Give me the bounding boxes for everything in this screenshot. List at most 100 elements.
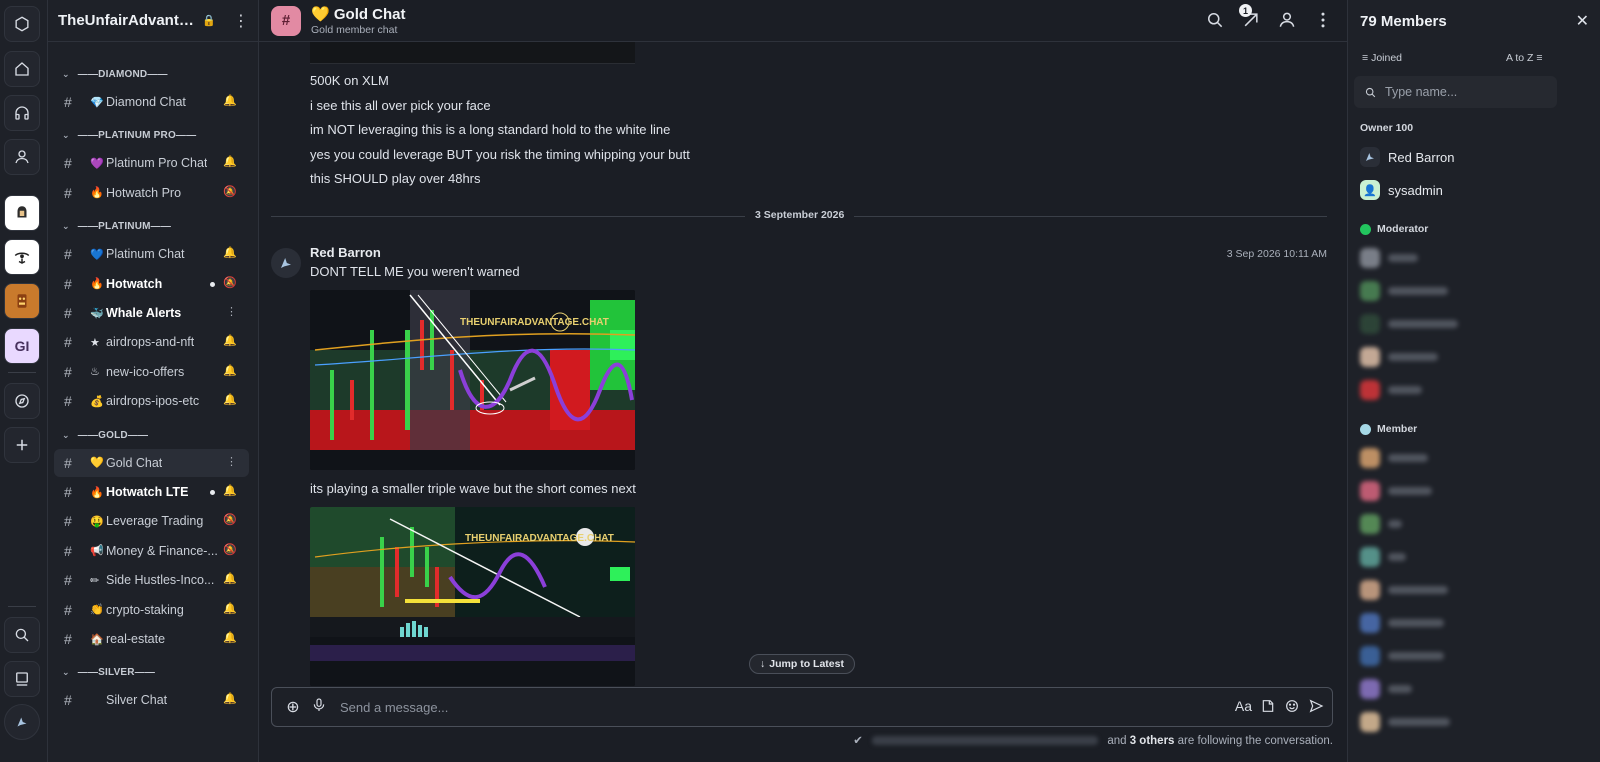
member-redacted[interactable] — [1360, 679, 1412, 699]
room-more-icon[interactable]: ⋮ — [226, 305, 237, 318]
sidebar-room[interactable]: # 🐳 Whale Alerts ⋮ — [54, 299, 249, 327]
member-redacted[interactable] — [1360, 380, 1422, 400]
bell-icon[interactable]: 🔔 — [223, 631, 237, 644]
add-space-icon[interactable] — [4, 427, 40, 463]
bell-icon[interactable]: 🔔 — [223, 602, 237, 615]
channel-title[interactable]: 💛 Gold Chat — [311, 5, 406, 23]
send-icon[interactable] — [1308, 698, 1324, 717]
member-redacted[interactable] — [1360, 712, 1450, 732]
bell-icon[interactable]: 🔔 — [223, 572, 237, 585]
member-avatar — [1360, 712, 1380, 732]
bell-muted-icon[interactable]: 🔕 — [223, 513, 237, 526]
category-header[interactable]: ⌄ ——DIAMOND—— — [62, 69, 168, 80]
sidebar-room[interactable]: # 📢 Money & Finance-... 🔕 — [54, 537, 249, 565]
sidebar-room[interactable]: # 💎 Diamond Chat 🔔 — [54, 88, 249, 116]
member-redacted[interactable] — [1360, 448, 1428, 468]
server-eye-icon[interactable] — [4, 239, 40, 275]
member-redacted[interactable] — [1360, 580, 1448, 600]
close-icon[interactable]: ✕ — [1576, 11, 1589, 31]
filter-joined-button[interactable]: ≡ Joined — [1362, 52, 1402, 64]
sidebar-room[interactable]: # 👏 crypto-staking 🔔 — [54, 596, 249, 624]
member-redacted[interactable] — [1360, 248, 1418, 268]
hash-icon: # — [64, 631, 72, 647]
workspace-header[interactable]: TheUnfairAdvantage.chat 🔒 ⋮ — [48, 0, 258, 42]
bell-icon[interactable]: 🔔 — [223, 692, 237, 705]
member-redacted[interactable] — [1360, 281, 1448, 301]
sidebar-room[interactable]: # 💛 Gold Chat ⋮ — [54, 448, 249, 477]
member-redacted[interactable] — [1360, 613, 1444, 633]
room-name: Whale Alerts — [106, 306, 182, 320]
jump-to-latest-button[interactable]: ↓ Jump to Latest — [749, 654, 855, 674]
member-redacted[interactable] — [1360, 646, 1444, 666]
message-timeline[interactable]: 500K on XLM i see this all over pick your… — [271, 42, 1335, 686]
sort-button[interactable]: A to Z ≡ — [1506, 52, 1543, 64]
sidebar-room[interactable]: # 🤑 Leverage Trading 🔕 — [54, 507, 249, 535]
sidebar-room[interactable]: # 💰 airdrops-ipos-etc 🔔 — [54, 387, 249, 415]
search-icon[interactable] — [4, 617, 40, 653]
member-red-barron[interactable]: Red Barron — [1360, 147, 1454, 167]
member-redacted[interactable] — [1360, 514, 1402, 534]
room-more-icon[interactable] — [1313, 10, 1333, 35]
room-more-icon[interactable]: ⋮ — [226, 455, 237, 468]
app-root: GI TheUnfairAdvantage.chat 🔒 ⋮ ⌄ ——DIAMON… — [0, 0, 1600, 762]
format-text-button[interactable]: Aa — [1235, 698, 1252, 717]
sidebar-room[interactable]: # ✏ Side Hustles-Inco... 🔔 — [54, 566, 249, 594]
bell-icon[interactable]: 🔔 — [223, 246, 237, 259]
user-avatar[interactable] — [4, 704, 40, 740]
microphone-icon[interactable] — [306, 697, 332, 718]
sidebar-room[interactable]: # ★ airdrops-and-nft 🔔 — [54, 328, 249, 356]
contacts-icon[interactable] — [4, 139, 40, 175]
member-redacted[interactable] — [1360, 481, 1432, 501]
previous-chart-image[interactable] — [310, 42, 635, 64]
emoji-icon[interactable] — [1284, 698, 1300, 717]
member-search-input[interactable] — [1385, 85, 1545, 99]
home-icon[interactable] — [4, 51, 40, 87]
member-redacted[interactable] — [1360, 347, 1438, 367]
headphones-icon[interactable] — [4, 95, 40, 131]
trading-chart-image-2[interactable]: THEUNFAIRADVANTAGE.CHAT — [310, 507, 635, 686]
member-avatar — [1360, 281, 1380, 301]
bell-icon[interactable]: 🔔 — [223, 364, 237, 377]
category-header[interactable]: ⌄ ——SILVER—— — [62, 667, 155, 678]
bell-icon[interactable]: 🔔 — [223, 334, 237, 347]
bell-icon[interactable]: 🔔 — [223, 484, 237, 497]
room-info-person-icon[interactable] — [1277, 10, 1297, 35]
sidebar-room[interactable]: # 💜 Platinum Pro Chat 🔔 — [54, 149, 249, 177]
sidebar-room[interactable]: # 🔥 Hotwatch LTE 🔔 — [54, 478, 249, 506]
category-header[interactable]: ⌄ ——GOLD—— — [62, 430, 148, 441]
sender-avatar[interactable] — [271, 248, 301, 278]
following-others[interactable]: 3 others — [1130, 735, 1175, 747]
server-gi-badge[interactable]: GI — [4, 328, 40, 364]
server-tiki-icon[interactable] — [4, 283, 40, 319]
member-redacted[interactable] — [1360, 547, 1406, 567]
sidebar-room[interactable]: # 🔥 Hotwatch Pro 🔕 — [54, 179, 249, 207]
sidebar-room[interactable]: # Silver Chat 🔔 — [54, 686, 249, 714]
category-header[interactable]: ⌄ ——PLATINUM PRO—— — [62, 130, 196, 141]
bell-icon[interactable]: 🔔 — [223, 155, 237, 168]
sidebar-room[interactable]: # 🔥 Hotwatch 🔕 — [54, 270, 249, 298]
threads-icon[interactable]: 1 — [1239, 4, 1261, 35]
category-header[interactable]: ⌄ ——PLATINUM—— — [62, 221, 171, 232]
explore-compass-icon[interactable] — [4, 383, 40, 419]
trading-chart-image[interactable]: THEUNFAIRADVANTAGE.CHAT — [310, 290, 635, 470]
sidebar-room[interactable]: # ♨ new-ico-offers 🔔 — [54, 358, 249, 386]
workspace-more-icon[interactable]: ⋮ — [233, 11, 249, 31]
search-icon[interactable] — [1205, 10, 1225, 35]
bell-icon[interactable]: 🔔 — [223, 393, 237, 406]
member-redacted[interactable] — [1360, 314, 1458, 334]
member-sysadmin[interactable]: 👤 sysadmin — [1360, 180, 1443, 200]
channel-hash-icon[interactable]: # — [271, 5, 301, 36]
bell-muted-icon[interactable]: 🔕 — [223, 543, 237, 556]
sidebar-room[interactable]: # 💙 Platinum Chat 🔔 — [54, 240, 249, 268]
bell-icon[interactable]: 🔔 — [223, 94, 237, 107]
inbox-icon[interactable] — [4, 661, 40, 697]
sticker-icon[interactable] — [1260, 698, 1276, 717]
message-input[interactable] — [340, 692, 1235, 722]
bell-muted-icon[interactable]: 🔕 — [223, 276, 237, 289]
server-pharaoh-icon[interactable] — [4, 195, 40, 231]
sender-name[interactable]: Red Barron — [310, 245, 381, 260]
sidebar-room[interactable]: # 🏠 real-estate 🔔 — [54, 625, 249, 653]
bell-muted-icon[interactable]: 🔕 — [223, 185, 237, 198]
workspace-hex-icon[interactable] — [4, 6, 40, 42]
add-attachment-icon[interactable]: ⊕ — [280, 697, 306, 717]
